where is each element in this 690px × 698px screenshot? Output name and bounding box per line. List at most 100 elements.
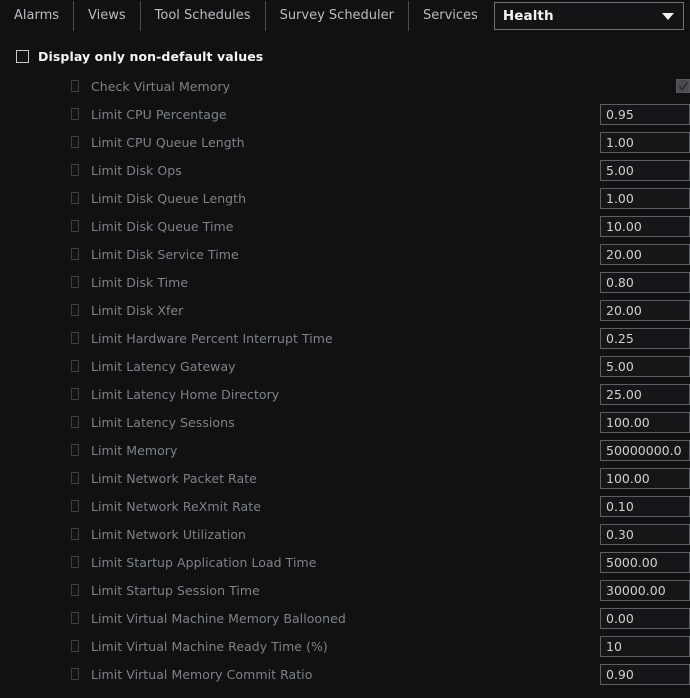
setting-label: Limit CPU Percentage [91,106,227,122]
setting-enable-checkbox[interactable] [71,556,79,568]
check-icon [678,82,689,91]
setting-label: Limit Memory [91,442,178,458]
display-non-default-label: Display only non-default values [38,48,264,64]
setting-enable-checkbox[interactable] [71,444,79,456]
setting-label: Limit Network Packet Rate [91,470,257,486]
setting-label: Limit Disk Queue Length [91,190,247,206]
setting-label: Limit Startup Session Time [91,582,260,598]
display-non-default-row[interactable]: Display only non-default values [0,43,690,69]
setting-label: Limit Virtual Machine Memory Ballooned [91,610,346,626]
setting-value-input[interactable]: 50000000.0 [600,439,690,461]
setting-value-input[interactable]: 0.80 [600,271,690,293]
tab-survey-scheduler[interactable]: Survey Scheduler [266,0,408,32]
setting-row: Limit Disk Service Time 20.00 [0,240,690,268]
tab-bar: Alarms Views Tool Schedules Survey Schedule… [0,0,690,32]
setting-label: Limit Disk Time [91,274,189,290]
setting-label: Limit Latency Sessions [91,414,235,430]
setting-enable-checkbox[interactable] [71,416,79,428]
setting-enable-checkbox[interactable] [71,668,79,680]
tab-alarms[interactable]: Alarms [0,0,73,32]
setting-row: Limit Latency Sessions 100.00 [0,408,690,436]
setting-row: Limit Network ReXmit Rate 0.10 [0,492,690,520]
setting-row: Limit Virtual Machine Ready Time (%) 10 [0,632,690,660]
setting-value-input[interactable]: 0.95 [600,103,690,125]
setting-value-input[interactable]: 10 [600,635,690,657]
setting-label: Limit Disk Xfer [91,302,184,318]
setting-label: Limit Startup Application Load Time [91,554,317,570]
setting-row: Limit Virtual Machine Memory Ballooned 0.… [0,604,690,632]
setting-enable-checkbox[interactable] [71,500,79,512]
chevron-down-icon [662,13,674,20]
setting-row: Limit Startup Application Load Time 5000.… [0,548,690,576]
setting-row: Limit Latency Gateway 5.00 [0,352,690,380]
settings-list: Check Virtual Memory Limit CPU Percentage… [0,72,690,688]
setting-row: Limit Disk Queue Time 10.00 [0,212,690,240]
setting-value-input[interactable]: 5.00 [600,159,690,181]
setting-value-input[interactable]: 0.25 [600,327,690,349]
setting-enable-checkbox[interactable] [71,108,79,120]
setting-label: Limit Network ReXmit Rate [91,498,261,514]
setting-row: Limit Disk Ops 5.00 [0,156,690,184]
setting-row: Limit Virtual Memory Commit Ratio 0.90 [0,660,690,688]
setting-enable-checkbox[interactable] [71,80,79,92]
category-dropdown-value: Health [502,8,554,24]
setting-value-input[interactable]: 0.10 [600,495,690,517]
setting-label: Limit Disk Ops [91,162,182,178]
display-non-default-checkbox[interactable] [16,49,29,63]
setting-value-input[interactable]: 0.90 [600,663,690,685]
setting-enable-checkbox[interactable] [71,136,79,148]
setting-enable-checkbox[interactable] [71,528,79,540]
setting-enable-checkbox[interactable] [71,612,79,624]
setting-enable-checkbox[interactable] [71,248,79,260]
setting-row: Limit Latency Home Directory 25.00 [0,380,690,408]
setting-value-input[interactable]: 1.00 [600,131,690,153]
setting-row: Check Virtual Memory [0,72,690,100]
setting-value-input[interactable]: 30000.00 [600,579,690,601]
setting-label: Limit Latency Gateway [91,358,236,374]
tab-services[interactable]: Services [409,0,492,32]
tab-views[interactable]: Views [74,0,140,32]
setting-value-input[interactable]: 1.00 [600,187,690,209]
setting-row: Limit Memory 50000000.0 [0,436,690,464]
setting-value-input[interactable]: 10.00 [600,215,690,237]
setting-enable-checkbox[interactable] [71,276,79,288]
setting-enable-checkbox[interactable] [71,220,79,232]
setting-label: Limit Virtual Memory Commit Ratio [91,666,313,682]
setting-value-checkbox[interactable] [676,79,690,93]
category-dropdown[interactable]: Health [493,2,684,30]
setting-enable-checkbox[interactable] [71,472,79,484]
setting-row: Limit CPU Percentage 0.95 [0,100,690,128]
setting-row: Limit CPU Queue Length 1.00 [0,128,690,156]
setting-row: Limit Network Packet Rate 100.00 [0,464,690,492]
setting-label: Check Virtual Memory [91,78,231,94]
setting-value-input[interactable]: 25.00 [600,383,690,405]
setting-enable-checkbox[interactable] [71,304,79,316]
setting-label: Limit Hardware Percent Interrupt Time [91,330,333,346]
setting-row: Limit Network Utilization 0.30 [0,520,690,548]
setting-value-input[interactable]: 0.00 [600,607,690,629]
setting-row: Limit Startup Session Time 30000.00 [0,576,690,604]
setting-value-input[interactable]: 20.00 [600,299,690,321]
setting-row: Limit Disk Time 0.80 [0,268,690,296]
setting-row: Limit Disk Queue Length 1.00 [0,184,690,212]
setting-value-input[interactable]: 100.00 [600,467,690,489]
setting-enable-checkbox[interactable] [71,192,79,204]
setting-value-input[interactable]: 20.00 [600,243,690,265]
tab-tool-schedules[interactable]: Tool Schedules [141,0,265,32]
setting-row: Limit Disk Xfer 20.00 [0,296,690,324]
setting-enable-checkbox[interactable] [71,332,79,344]
setting-label: Limit Latency Home Directory [91,386,280,402]
setting-enable-checkbox[interactable] [71,640,79,652]
setting-label: Limit Network Utilization [91,526,247,542]
setting-value-input[interactable]: 0.30 [600,523,690,545]
setting-value-input[interactable]: 5000.00 [600,551,690,573]
setting-label: Limit Virtual Machine Ready Time (%) [91,638,328,654]
setting-enable-checkbox[interactable] [71,388,79,400]
setting-value-input[interactable]: 100.00 [600,411,690,433]
setting-label: Limit CPU Queue Length [91,134,245,150]
setting-enable-checkbox[interactable] [71,360,79,372]
setting-enable-checkbox[interactable] [71,164,79,176]
setting-label: Limit Disk Queue Time [91,218,234,234]
setting-value-input[interactable]: 5.00 [600,355,690,377]
setting-enable-checkbox[interactable] [71,584,79,596]
